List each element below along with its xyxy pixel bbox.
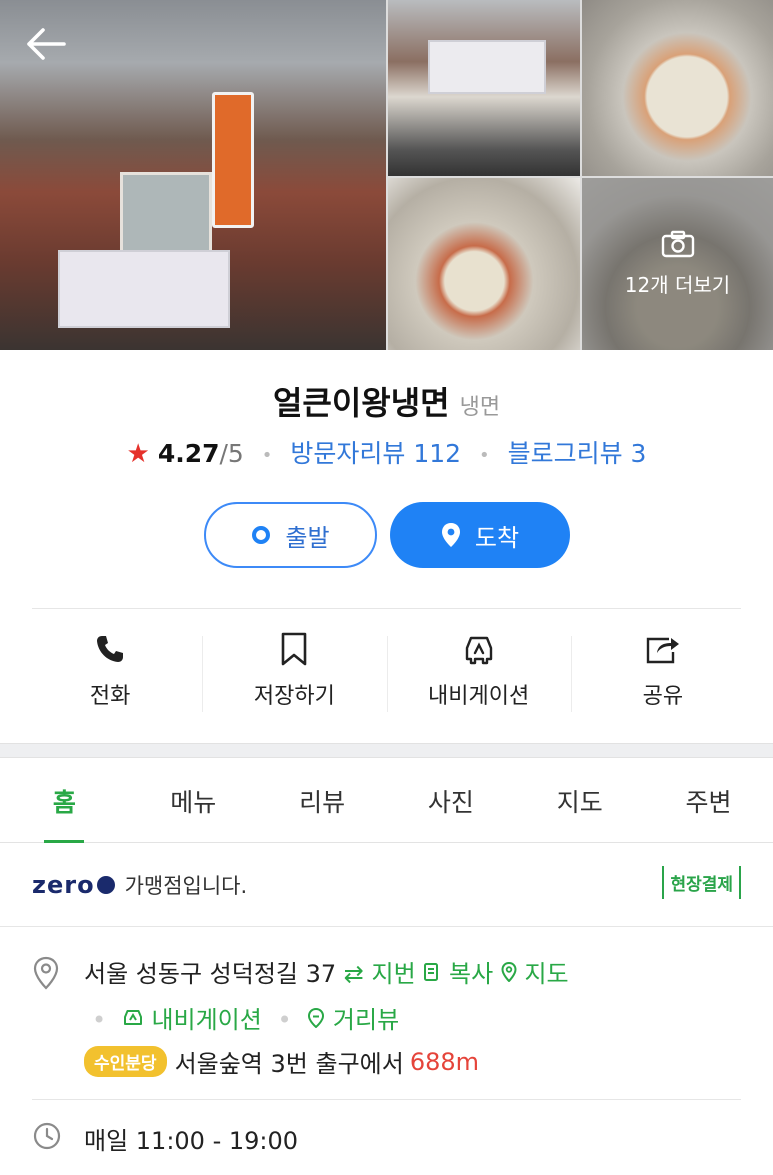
place-category: 냉면 (459, 395, 501, 420)
navigation-car-small-icon (122, 1006, 152, 1034)
bookmark-icon (280, 628, 308, 670)
start-route-label: 출발 (285, 523, 330, 552)
jibun-toggle[interactable]: ⇄ 지번 (344, 960, 424, 988)
business-hours-text: 매일 11:00 - 19:00 (84, 1126, 299, 1155)
map-pin-icon (441, 522, 461, 548)
street-view-icon (307, 1006, 333, 1034)
call-button[interactable]: 전화 (18, 628, 202, 722)
photo-thumbnail-1[interactable] (388, 0, 580, 176)
address-line: 서울 성동구 성덕정길 37 ⇄ 지번 복사 지도 (84, 954, 569, 989)
store-board-small (428, 40, 546, 94)
more-photos-label: 12개 더보기 (624, 273, 731, 297)
photo-thumbnail-3[interactable] (388, 178, 580, 350)
tab-nearby[interactable]: 주변 (644, 759, 773, 842)
business-hours-row[interactable]: 매일 11:00 - 19:00 (32, 1118, 741, 1158)
tab-menu[interactable]: 메뉴 (129, 759, 258, 842)
store-board (58, 250, 230, 328)
divider (32, 608, 741, 609)
building-window (120, 172, 212, 254)
start-point-icon (251, 525, 271, 545)
clock-icon (32, 1121, 62, 1155)
zeropay-row: zero 가맹점입니다. 현장결제 (32, 852, 741, 918)
navigation-button[interactable]: 내비게이션 (386, 628, 571, 722)
street-view-link[interactable]: 거리뷰 (307, 1006, 399, 1034)
navigation-label: 내비게이션 (428, 684, 530, 709)
separator-dot: • (92, 1006, 107, 1034)
navigation-car-icon (461, 628, 497, 670)
swap-icon: ⇄ (343, 960, 364, 988)
tab-bar: 홈 메뉴 리뷰 사진 지도 주변 (0, 759, 773, 843)
place-name: 얼큰이왕냉면 (272, 384, 450, 422)
share-label: 공유 (642, 684, 684, 709)
tab-home[interactable]: 홈 (0, 759, 129, 843)
subway-station: 서울숲역 (174, 1050, 263, 1078)
rating-row: ★ 4.27/5 • 방문자리뷰 112 • 블로그리뷰 3 (0, 434, 773, 470)
separator-dot: • (261, 444, 273, 466)
subway-info: 수인분당 서울숲역 3번 출구에서 688m (84, 1044, 479, 1079)
back-button[interactable] (22, 26, 68, 66)
star-icon: ★ (126, 439, 150, 469)
save-button[interactable]: 저장하기 (202, 628, 386, 722)
place-title-row: 얼큰이왕냉면 냉면 (0, 378, 773, 424)
address-links: • 내비게이션 • 거리뷰 (84, 1000, 399, 1035)
copy-address-button[interactable]: 복사 (423, 960, 500, 988)
separator-dot: • (277, 1006, 292, 1034)
more-photos-button[interactable]: 12개 더보기 (582, 178, 773, 350)
zeropay-logo: zero (32, 871, 115, 899)
subway-line-badge: 수인분당 (84, 1046, 167, 1077)
address-text: 서울 성동구 성덕정길 37 (84, 960, 337, 988)
share-button[interactable]: 공유 (570, 628, 755, 722)
section-gap (0, 743, 773, 758)
camera-icon (661, 230, 695, 263)
map-pin-small-icon (501, 960, 525, 988)
store-sign (212, 92, 254, 228)
onsite-payment-badge: 현장결제 (662, 866, 741, 899)
separator-dot: • (479, 444, 490, 466)
action-bar: 전화 저장하기 내비게이션 공유 (18, 628, 755, 722)
blog-reviews-link[interactable]: 블로그리뷰 3 (508, 439, 647, 468)
photo-thumbnail-more[interactable]: 12개 더보기 (582, 178, 773, 350)
share-icon (645, 628, 681, 670)
rating-score: 4.27 (157, 439, 220, 468)
tab-photos[interactable]: 사진 (386, 759, 515, 842)
arrive-route-button[interactable]: 도착 (390, 502, 570, 568)
copy-icon (423, 960, 449, 988)
divider (32, 1099, 741, 1100)
photo-grid: 12개 더보기 (0, 0, 773, 350)
location-pin-icon (32, 956, 60, 994)
photo-thumbnail-2[interactable] (582, 0, 773, 176)
divider (0, 926, 773, 927)
subway-exit: 3번 출구에서 (270, 1050, 404, 1078)
tab-map[interactable]: 지도 (515, 759, 644, 842)
phone-icon (94, 628, 126, 670)
arrive-route-label: 도착 (474, 523, 520, 552)
address-navigation-link[interactable]: 내비게이션 (122, 1006, 270, 1034)
save-label: 저장하기 (253, 684, 335, 709)
subway-distance: 688m (409, 1047, 480, 1076)
rating-max: /5 (219, 439, 244, 468)
tab-reviews[interactable]: 리뷰 (258, 759, 387, 842)
back-arrow-icon (24, 27, 66, 65)
pay-dot-icon (96, 876, 115, 894)
start-route-button[interactable]: 출발 (204, 502, 377, 568)
address-map-link[interactable]: 지도 (501, 960, 569, 988)
visitor-reviews-link[interactable]: 방문자리뷰 112 (290, 439, 461, 468)
zeropay-text: 가맹점입니다. (124, 874, 248, 898)
call-label: 전화 (89, 684, 131, 709)
